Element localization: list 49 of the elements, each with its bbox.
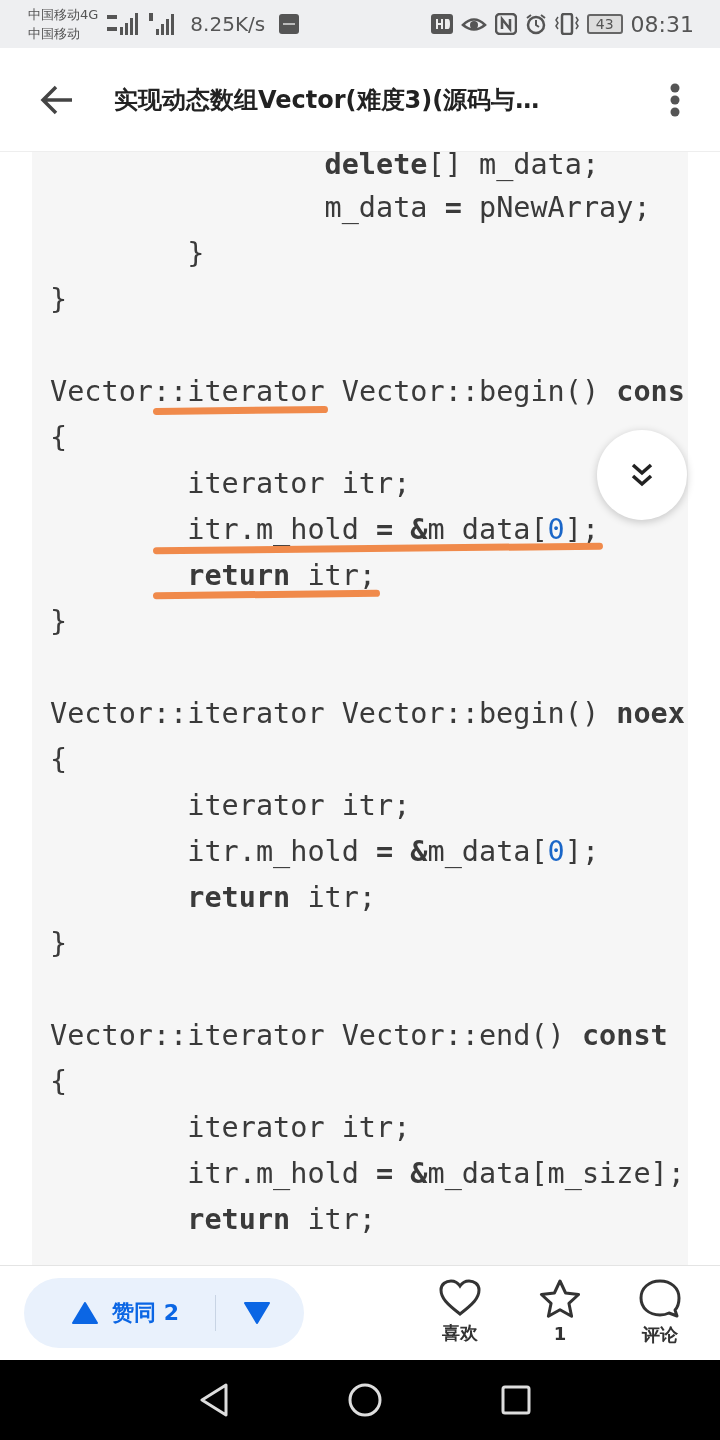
code-line: iterator itr; [186,1110,411,1146]
code-line: { [50,1064,68,1100]
code-line: } [50,282,68,318]
code-line: { [50,420,68,456]
more-options-icon[interactable] [670,82,680,117]
nfc-icon [494,13,517,35]
code-line: } [186,236,205,272]
upvote-button[interactable]: 赞同 2 [24,1278,215,1348]
signal-icon [148,11,177,37]
network-speed: 8.25K/s [190,12,266,36]
code-line: } [50,604,68,640]
signal-icon [106,11,141,37]
code-line: } [50,926,68,962]
code-line: m_data = pNewArray; [323,190,651,226]
carrier-label: 中国移动4G [28,6,99,24]
code-line: Vector::iterator Vector::begin() cons [50,369,685,415]
speech-bubble-icon [639,1279,681,1319]
code-line: itr.m_hold = &m_data[0]; [186,834,600,870]
clock-time: 08:31 [630,11,694,37]
code-line: { [50,742,68,778]
back-arrow-icon[interactable] [40,84,74,115]
vibrate-icon [554,13,579,35]
code-line: return itr; [50,553,376,599]
code-line: iterator itr; [186,788,411,824]
article-title: 实现动态数组Vector(难度3)(源码与… [114,84,541,116]
favorite-button[interactable]: 1 [530,1279,590,1347]
code-line: iterator itr; [186,466,411,502]
double-chevron-down-icon [631,463,653,487]
recents-nav-icon[interactable] [500,1385,531,1415]
star-icon [539,1279,581,1319]
alarm-icon [524,13,547,35]
code-line: itr.m_hold = &m_data[0]; [50,507,600,553]
app-icon [279,14,300,34]
back-nav-icon[interactable] [199,1383,230,1417]
code-line: delete[] m_data; [323,152,600,183]
comment-button[interactable]: 评论 [630,1279,690,1347]
code-line: itr.m_hold = &m_data[m_size]; [186,1156,685,1192]
code-line: return itr; [186,880,376,916]
triangle-down-icon [244,1302,270,1324]
hd-icon [430,14,453,34]
like-button[interactable]: 喜欢 [430,1279,490,1347]
code-line: Vector::iterator Vector::end() const [50,1018,668,1054]
carrier-label: 中国移动 [28,25,81,43]
heart-icon [439,1279,481,1317]
triangle-up-icon [72,1302,98,1324]
code-line: return itr; [186,1202,376,1238]
battery-indicator: 43 [586,14,623,34]
code-line: Vector::iterator Vector::begin() noex [50,696,685,732]
home-nav-icon[interactable] [348,1383,382,1417]
